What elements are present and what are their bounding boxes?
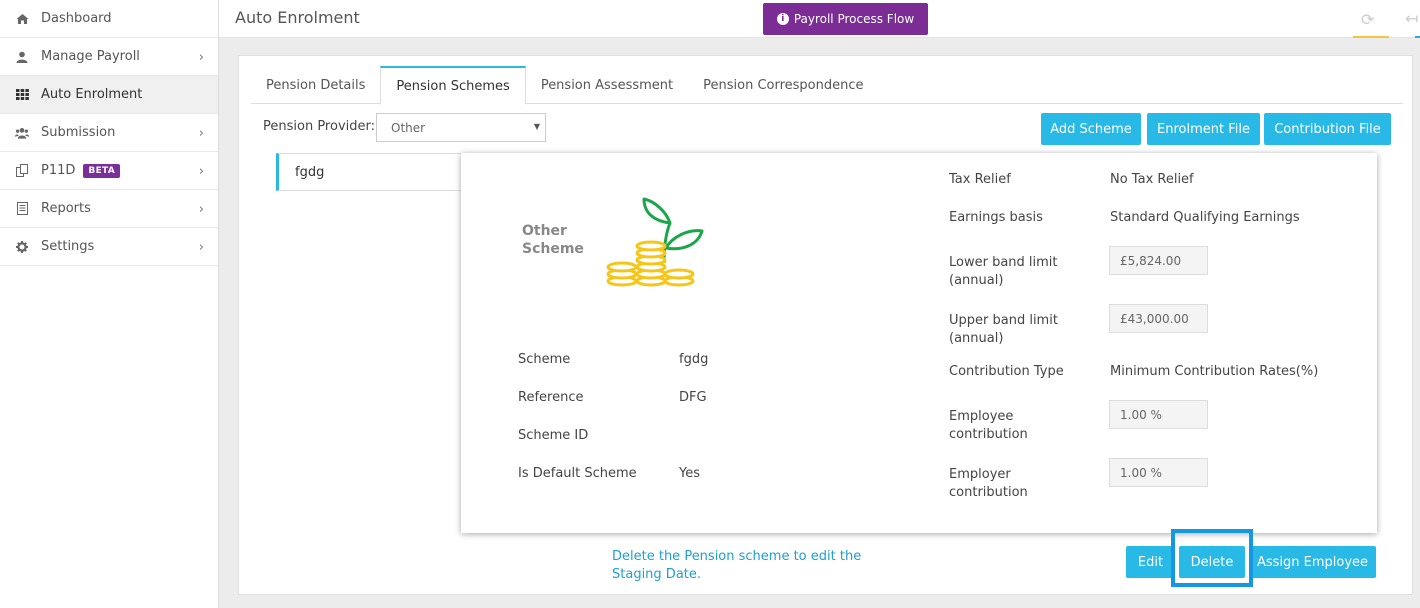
staging-date-hint: Delete the Pension scheme to edit the St…: [612, 549, 862, 582]
upper-band-limit-label: Upper band limit (annual): [949, 313, 1058, 346]
sidebar-item-label: Manage Payroll: [41, 49, 140, 64]
tab-bar: Pension Details Pension Schemes Pension …: [251, 66, 1403, 105]
sidebar-item-label: Settings: [41, 239, 95, 254]
top-bar: Auto Enrolment i Payroll Process Flow ⟳ …: [219, 0, 1420, 40]
payroll-process-flow-button[interactable]: i Payroll Process Flow: [763, 3, 928, 35]
contribution-type-value: Minimum Contribution Rates(%): [1110, 364, 1319, 379]
tax-relief-value: No Tax Relief: [1110, 172, 1194, 187]
page-title: Auto Enrolment: [235, 8, 360, 27]
employee-contribution-field[interactable]: 1.00 %: [1109, 400, 1208, 429]
scheme-logo-text: Other Scheme: [522, 223, 584, 257]
tab-pension-assessment[interactable]: Pension Assessment: [526, 66, 688, 104]
document-icon: [15, 202, 29, 216]
sidebar-item-submission[interactable]: Submission ›: [0, 114, 218, 152]
coins-plant-icon: [606, 197, 704, 287]
reference-label: Reference: [518, 390, 584, 405]
copy-icon: [15, 164, 29, 178]
scheme-list-item[interactable]: fgdg: [276, 153, 462, 191]
scheme-id-label: Scheme ID: [518, 428, 589, 443]
info-icon: i: [776, 13, 789, 25]
payroll-process-flow-label: Payroll Process Flow: [793, 12, 915, 26]
employer-contribution-label: Employer contribution: [949, 467, 1028, 500]
sidebar-item-auto-enrolment[interactable]: Auto Enrolment: [0, 76, 218, 114]
reference-value: DFG: [679, 390, 707, 405]
sidebar: Dashboard Manage Payroll › Auto Enrolmen…: [0, 0, 219, 608]
chevron-right-icon: ›: [198, 240, 204, 255]
pension-provider-value: Other: [391, 120, 426, 135]
sidebar-item-manage-payroll[interactable]: Manage Payroll ›: [0, 38, 218, 76]
users-icon: [15, 126, 29, 140]
edit-button[interactable]: Edit: [1126, 546, 1175, 578]
sidebar-item-label: Auto Enrolment: [41, 87, 143, 102]
lower-band-limit-label: Lower band limit (annual): [949, 255, 1058, 288]
tab-pension-schemes[interactable]: Pension Schemes: [380, 66, 526, 105]
user-icon: [15, 50, 29, 64]
delete-highlight-box: [1171, 529, 1253, 587]
employer-contribution-field[interactable]: 1.00 %: [1109, 458, 1208, 487]
chevron-right-icon: ›: [198, 164, 204, 179]
sidebar-item-label: P11D: [41, 163, 76, 178]
earnings-basis-label: Earnings basis: [949, 210, 1043, 225]
pension-panel: Pension Details Pension Schemes Pension …: [238, 55, 1413, 595]
exit-icon[interactable]: ↤: [1405, 9, 1418, 28]
caret-down-icon: ▼: [533, 122, 540, 131]
tab-pension-details[interactable]: Pension Details: [251, 66, 380, 104]
contribution-type-label: Contribution Type: [949, 364, 1064, 379]
scheme-label: Scheme: [518, 352, 571, 367]
home-icon: [15, 12, 29, 26]
tax-relief-label: Tax Relief: [949, 172, 1011, 187]
sidebar-item-label: Dashboard: [41, 11, 112, 26]
employee-contribution-label: Employee contribution: [949, 409, 1028, 442]
sidebar-item-dashboard[interactable]: Dashboard: [0, 0, 218, 38]
enrolment-file-button[interactable]: Enrolment File: [1147, 113, 1260, 145]
is-default-scheme-value: Yes: [679, 466, 700, 481]
tab-pension-correspondence[interactable]: Pension Correspondence: [688, 66, 878, 104]
sidebar-item-label: Submission: [41, 125, 116, 140]
scheme-detail-card: Other Scheme Scheme fgdg Reference DFG S…: [461, 153, 1377, 533]
sidebar-item-reports[interactable]: Reports ›: [0, 190, 218, 228]
gear-icon: [15, 240, 29, 254]
sidebar-item-p11d[interactable]: P11D BETA ›: [0, 152, 218, 190]
earnings-basis-value: Standard Qualifying Earnings: [1110, 210, 1300, 225]
pension-provider-select[interactable]: Other ▼: [376, 113, 546, 142]
pension-provider-label: Pension Provider:: [263, 119, 375, 134]
is-default-scheme-label: Is Default Scheme: [518, 466, 637, 481]
scheme-value: fgdg: [679, 352, 709, 367]
lower-band-limit-field[interactable]: £5,824.00: [1109, 246, 1208, 275]
upper-band-limit-field[interactable]: £43,000.00: [1109, 304, 1208, 333]
contribution-file-button[interactable]: Contribution File: [1264, 113, 1391, 145]
sidebar-item-settings[interactable]: Settings ›: [0, 228, 218, 266]
grid-icon: [15, 88, 29, 102]
refresh-icon[interactable]: ⟳: [1361, 10, 1374, 29]
beta-badge: BETA: [83, 163, 121, 178]
main-content: Pension Details Pension Schemes Pension …: [219, 38, 1420, 608]
add-scheme-button[interactable]: Add Scheme: [1041, 113, 1141, 145]
sidebar-item-label: Reports: [41, 201, 91, 216]
chevron-right-icon: ›: [198, 126, 204, 141]
chevron-right-icon: ›: [198, 202, 204, 217]
chevron-right-icon: ›: [198, 50, 204, 65]
assign-employee-button[interactable]: Assign Employee: [1249, 546, 1376, 578]
